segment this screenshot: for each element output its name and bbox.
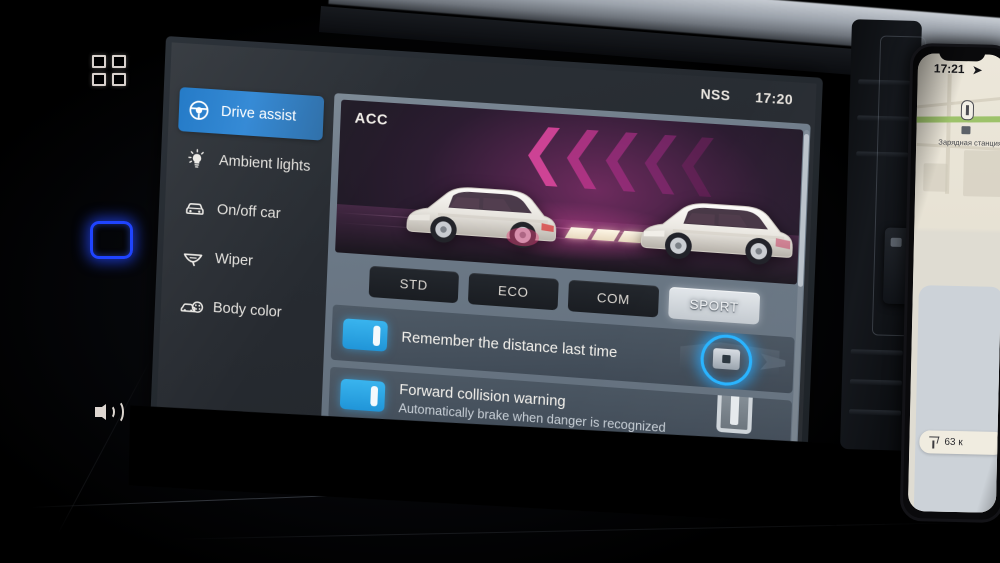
infotainment-screen: NSS 17:20 Drive assist Ambient lights On…: [128, 36, 839, 526]
chevron-arrow-icon: [680, 136, 713, 197]
sidebar-item-on-off-car[interactable]: On/off car: [174, 185, 320, 239]
rear-car-graphic: [398, 170, 564, 256]
speaker-cone-icon: [95, 404, 106, 420]
sidebar-item-label: On/off car: [216, 201, 281, 223]
phone-screen[interactable]: 17:21 ➤ Зарядная станция 63 к: [907, 53, 1000, 513]
grid-square-icon: [112, 73, 126, 86]
car-palette-icon: [180, 295, 203, 319]
sidebar-item-label: Ambient lights: [218, 152, 311, 175]
chevron-arrow-icon: [566, 129, 599, 190]
light-bulb-icon: [186, 148, 209, 171]
dashboard-seam: [180, 521, 1000, 540]
phone-clock: 17:21: [933, 61, 965, 77]
mode-button-std[interactable]: STD: [368, 265, 460, 304]
sidebar-item-drive-assist[interactable]: Drive assist: [178, 87, 325, 141]
home-button[interactable]: [90, 221, 133, 259]
acc-illustration: ACC: [335, 99, 804, 285]
sidebar-item-ambient-lights[interactable]: Ambient lights: [176, 136, 322, 190]
mode-button-com[interactable]: COM: [567, 279, 660, 318]
setting-texts: Remember the distance last time: [401, 329, 618, 361]
clip-bracket-icon: [716, 382, 754, 435]
toggle-knob: [370, 385, 379, 407]
grid-square-icon: [92, 73, 106, 86]
toggle-remember-distance[interactable]: [342, 317, 388, 352]
mode-button-sport[interactable]: SPORT: [668, 286, 761, 325]
grid-square-icon: [112, 55, 126, 68]
map-poi-label: Зарядная станция: [938, 137, 1000, 148]
car-front-icon: [184, 197, 207, 221]
phone-notch: [939, 46, 986, 62]
setting-title: Remember the distance last time: [401, 329, 618, 361]
chevron-arrow-icon: [605, 131, 638, 192]
map-green-area: [907, 116, 1000, 123]
sidebar-item-label: Wiper: [214, 250, 254, 270]
status-nss-label: NSS: [700, 85, 731, 104]
acc-title: ACC: [354, 110, 389, 129]
sidebar-item-label: Drive assist: [220, 103, 297, 125]
route-distance-pill[interactable]: 63 к: [919, 430, 1000, 456]
mode-button-eco[interactable]: ECO: [467, 272, 559, 311]
wiper-icon: [182, 246, 205, 270]
steering-wheel-icon: [188, 99, 211, 122]
apps-grid-button[interactable]: [92, 55, 130, 89]
charging-station-icon: [961, 126, 971, 135]
toggle-knob: [372, 325, 381, 346]
dashboard-photo: NSS 17:20 Drive assist Ambient lights On…: [0, 0, 1000, 563]
front-car-graphic: [632, 186, 800, 272]
toggle-forward-collision-warning[interactable]: [339, 378, 386, 413]
route-distance-label: 63 к: [944, 436, 963, 449]
steering-wheel-controls-icon: [670, 325, 788, 394]
phone-bottom-sheet: [913, 285, 1000, 513]
volume-button[interactable]: [95, 396, 131, 428]
sound-wave-icon: [110, 400, 124, 424]
status-clock: 17:20: [754, 89, 794, 108]
grid-square-icon: [92, 55, 106, 68]
sidebar-item-wiper[interactable]: Wiper: [172, 234, 318, 288]
route-icon: [928, 436, 938, 448]
sidebar: Drive assist Ambient lights On/off car W…: [156, 76, 331, 448]
navigation-arrow-icon: ➤: [971, 62, 983, 78]
map-pin-icon[interactable]: [960, 100, 975, 121]
sidebar-item-body-color[interactable]: Body color: [170, 283, 316, 337]
chevron-arrow-icon: [643, 134, 676, 195]
smartphone: 17:21 ➤ Зарядная станция 63 к: [899, 42, 1000, 524]
sidebar-item-label: Body color: [212, 299, 282, 321]
chevron-arrow-icon: [527, 126, 560, 187]
